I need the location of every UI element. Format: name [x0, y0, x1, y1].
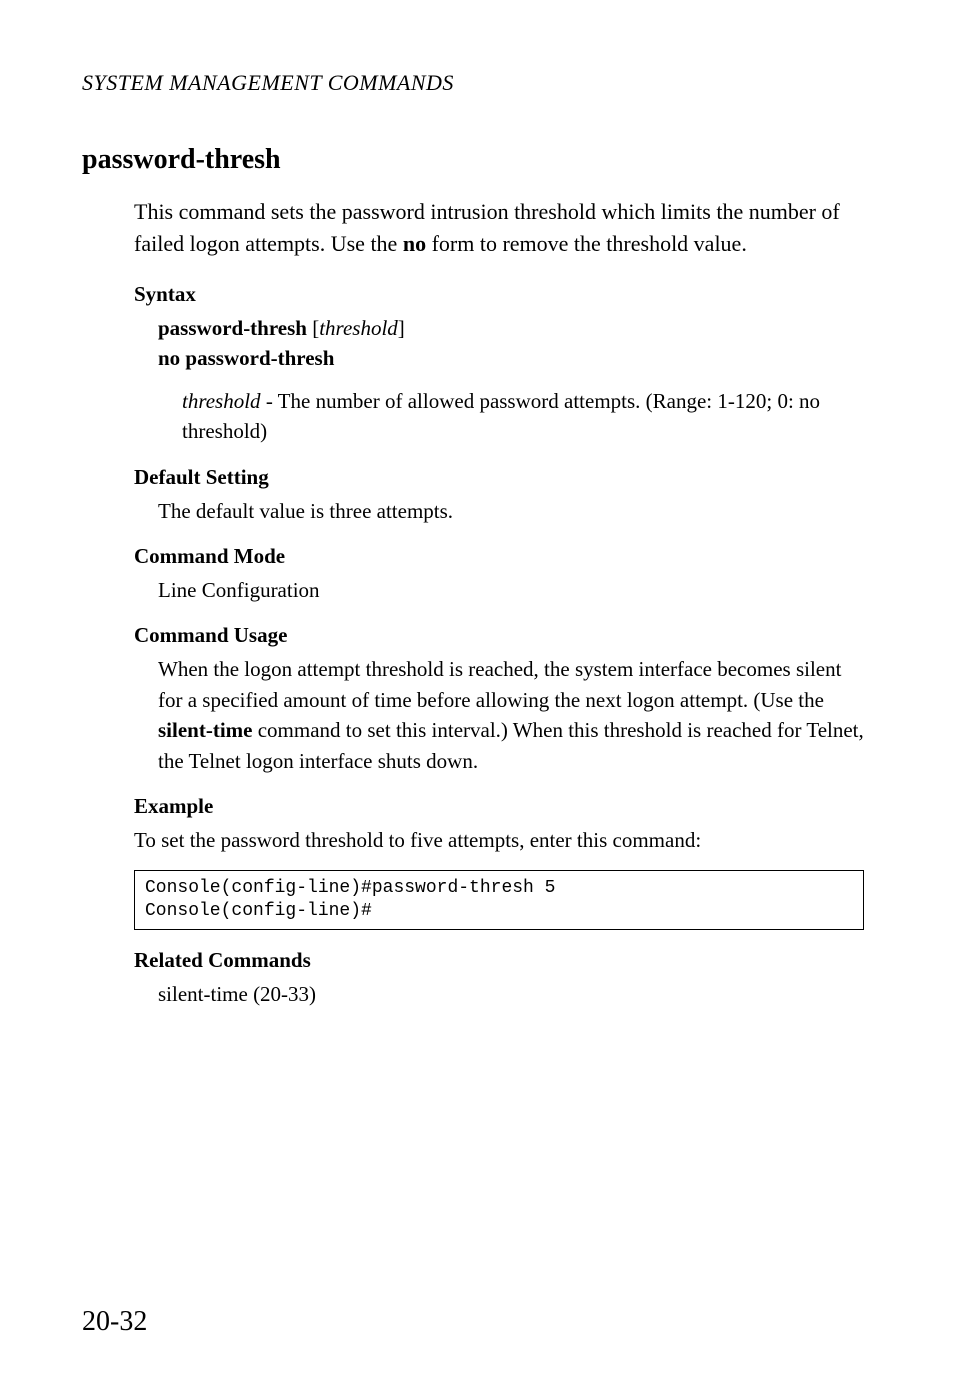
page-container: SYSTEM MANAGEMENT COMMANDS password-thre…	[0, 0, 954, 1388]
example-intro: To set the password threshold to five at…	[134, 825, 864, 855]
syntax-no-cmd: no password-thresh	[158, 346, 334, 370]
mode-heading: Command Mode	[134, 544, 864, 569]
syntax-close-bracket: ]	[398, 316, 405, 340]
syntax-param: threshold	[319, 316, 398, 340]
code-example: Console(config-line)#password-thresh 5 C…	[134, 870, 864, 931]
usage-post: command to set this interval.) When this…	[158, 718, 864, 772]
intro-bold: no	[403, 231, 426, 256]
default-heading: Default Setting	[134, 465, 864, 490]
intro-paragraph: This command sets the password intrusion…	[134, 196, 864, 260]
usage-heading: Command Usage	[134, 623, 864, 648]
running-header: SYSTEM MANAGEMENT COMMANDS	[82, 70, 864, 96]
page-number: 20-32	[82, 1306, 147, 1338]
usage-paragraph: When the logon attempt threshold is reac…	[158, 654, 864, 776]
usage-bold: silent-time	[158, 718, 252, 742]
default-body: The default value is three attempts.	[158, 496, 864, 526]
example-heading: Example	[134, 794, 864, 819]
usage-pre: When the logon attempt threshold is reac…	[158, 657, 841, 711]
related-body: silent-time (20-33)	[158, 979, 864, 1009]
param-name: threshold	[182, 389, 261, 413]
section-title: password-thresh	[82, 144, 864, 176]
param-text: - The number of allowed password attempt…	[182, 389, 820, 443]
related-heading: Related Commands	[134, 948, 864, 973]
syntax-cmd: password-thresh	[158, 316, 307, 340]
syntax-open-bracket: [	[307, 316, 319, 340]
syntax-heading: Syntax	[134, 282, 864, 307]
syntax-block: password-thresh [threshold] no password-…	[158, 313, 864, 374]
param-description: threshold - The number of allowed passwo…	[182, 386, 864, 447]
intro-post: form to remove the threshold value.	[426, 231, 747, 256]
mode-body: Line Configuration	[158, 575, 864, 605]
